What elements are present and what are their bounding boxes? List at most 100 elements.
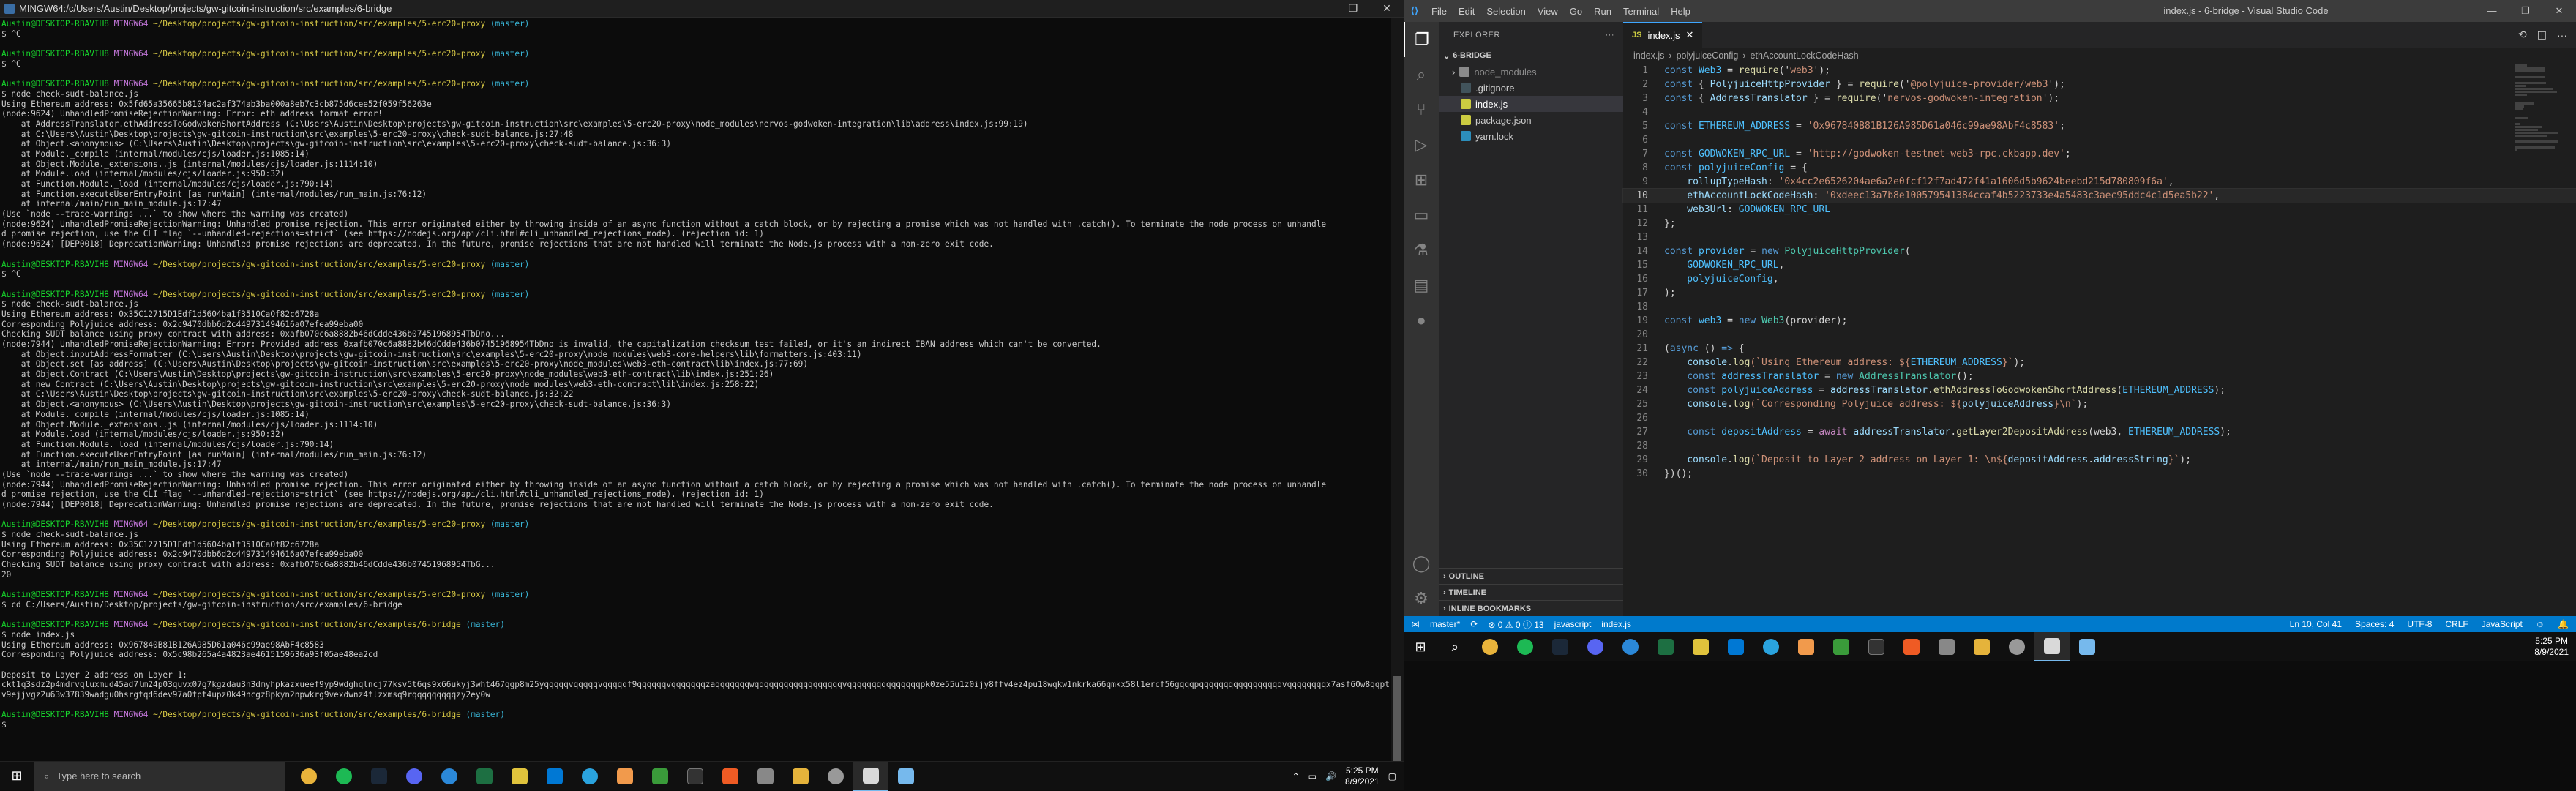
chrome-icon[interactable]	[1472, 632, 1508, 661]
network-icon[interactable]: ▭	[1308, 771, 1317, 781]
file-indicator[interactable]: index.js	[1601, 619, 1631, 629]
editor-area[interactable]: JS index.js ✕ ⟲ ◫ ··· index.js › polyjui…	[1622, 22, 2576, 616]
menu-item-selection[interactable]: Selection	[1480, 6, 1531, 17]
status-item[interactable]: JavaScript	[2482, 619, 2523, 629]
file-item[interactable]: › node_modules	[1439, 64, 1623, 80]
breadcrumb-item[interactable]: index.js	[1633, 50, 1664, 61]
maximize-button[interactable]: ❐	[2509, 5, 2542, 17]
source-control-icon[interactable]: ⑂	[1404, 92, 1439, 127]
status-item[interactable]: Ln 10, Col 41	[2290, 619, 2342, 629]
run-debug-icon[interactable]: ▷	[1404, 127, 1439, 162]
split-editor-icon[interactable]: ◫	[2537, 29, 2547, 41]
notes-icon[interactable]	[502, 762, 537, 791]
security-icon[interactable]	[643, 762, 678, 791]
settings-icon[interactable]	[818, 762, 853, 791]
terminal-output[interactable]: Austin@DESKTOP-RBAVIH8 MINGW64 ~/Desktop…	[0, 18, 1390, 773]
language-indicator[interactable]: javascript	[1554, 619, 1592, 629]
file-explorer-icon[interactable]	[1964, 632, 1999, 661]
discord-icon[interactable]	[1578, 632, 1613, 661]
breadcrumb-item[interactable]: polyjuiceConfig	[1677, 50, 1739, 61]
steam-icon[interactable]	[1543, 632, 1578, 661]
taskbar-clock[interactable]: 5:25 PM 8/9/2021	[1345, 765, 1379, 787]
terminal-window[interactable]: MINGW64:/c/Users/Austin/Desktop/projects…	[0, 0, 1404, 790]
inline-bookmarks-section[interactable]: › INLINE BOOKMARKS	[1439, 600, 1623, 616]
vscode-icon[interactable]	[537, 762, 572, 791]
file-item[interactable]: index.js	[1439, 96, 1623, 112]
close-button[interactable]: ✕	[2542, 5, 2576, 17]
open-changes-icon[interactable]: ⟲	[2518, 29, 2527, 41]
vscode-window[interactable]: ⟨⟩ File Edit Selection View Go Run Terminal Hel…	[1404, 0, 2576, 790]
excel-icon[interactable]	[1648, 632, 1683, 661]
remote-indicator-icon[interactable]: ⋈	[1411, 619, 1420, 629]
steam-icon[interactable]	[362, 762, 397, 791]
status-item[interactable]: CRLF	[2445, 619, 2468, 629]
telegram-icon[interactable]	[572, 762, 607, 791]
git-branch[interactable]: master*	[1430, 619, 1460, 629]
notepad-icon[interactable]	[2070, 632, 2105, 661]
close-tab-icon[interactable]: ✕	[1686, 29, 1694, 41]
code-editor[interactable]: 1 const Web3 = require('web3'); 2 const { P…	[1622, 64, 2576, 616]
extensions-icon[interactable]: ⊞	[1404, 162, 1439, 198]
volume-icon[interactable]: 🔊	[1325, 771, 1336, 781]
notifications-icon[interactable]: ▢	[1388, 771, 1396, 781]
brave-icon[interactable]	[713, 762, 748, 791]
account-icon[interactable]: ◯	[1404, 546, 1439, 581]
menu-item-go[interactable]: Go	[1564, 6, 1588, 17]
vscode-titlebar[interactable]: ⟨⟩ File Edit Selection View Go Run Terminal Hel…	[1404, 0, 2576, 22]
terminal-scrollbar[interactable]	[1391, 18, 1404, 773]
file-item[interactable]: package.json	[1439, 112, 1623, 128]
chat-icon[interactable]	[1789, 632, 1824, 661]
app-icon[interactable]	[1929, 632, 1964, 661]
timeline-section[interactable]: › TIMELINE	[1439, 584, 1623, 600]
chevron-up-icon[interactable]: ⌃	[1292, 771, 1300, 781]
git-bash-icon[interactable]	[853, 761, 888, 791]
remote-explorer-icon[interactable]: ▭	[1404, 198, 1439, 233]
file-explorer-icon[interactable]	[783, 762, 818, 791]
github-icon[interactable]: ●	[1404, 303, 1439, 338]
chrome-icon[interactable]	[291, 762, 326, 791]
settings-icon[interactable]	[1999, 632, 2034, 661]
menu-item-help[interactable]: Help	[1665, 6, 1696, 17]
explorer-icon[interactable]: ❐	[1404, 22, 1439, 57]
notepad-icon[interactable]	[888, 762, 924, 791]
taskbar-search[interactable]: ⌕ Type here to search	[34, 761, 285, 791]
telegram-icon[interactable]	[1753, 632, 1789, 661]
menu-item-terminal[interactable]: Terminal	[1617, 6, 1665, 17]
vscode-icon[interactable]	[1718, 632, 1753, 661]
status-item[interactable]: Spaces: 4	[2355, 619, 2394, 629]
minimize-button[interactable]: —	[1303, 0, 1336, 18]
terminal-icon[interactable]	[1859, 632, 1894, 661]
status-item[interactable]: 🔔	[2558, 619, 2569, 629]
folder-section[interactable]: ⌄ 6-BRIDGE	[1439, 48, 1623, 64]
maximize-button[interactable]: ❐	[1336, 0, 1370, 18]
taskbar-clock[interactable]: 5:25 PM 8/9/2021	[2534, 636, 2569, 658]
more-actions-icon[interactable]: ···	[2557, 29, 2567, 41]
chat-icon[interactable]	[607, 762, 643, 791]
menu-item-file[interactable]: File	[1426, 6, 1453, 17]
folder-icon[interactable]: ▤	[1404, 268, 1439, 303]
breadcrumb-item[interactable]: ethAccountLockCodeHash	[1751, 50, 1859, 61]
tab-index-js[interactable]: JS index.js ✕	[1623, 22, 1703, 48]
outline-section[interactable]: › OUTLINE	[1439, 568, 1623, 584]
testing-icon[interactable]: ⚗	[1404, 233, 1439, 268]
minimize-button[interactable]: —	[2475, 5, 2509, 17]
menu-item-view[interactable]: View	[1532, 6, 1564, 17]
notes-icon[interactable]	[1683, 632, 1718, 661]
settings-gear-icon[interactable]: ⚙	[1404, 581, 1439, 616]
problems-indicator[interactable]: ⊗ 0 ⚠ 0 ⓘ 13	[1488, 618, 1543, 631]
terminal-titlebar[interactable]: MINGW64:/c/Users/Austin/Desktop/projects…	[0, 0, 1404, 18]
file-item[interactable]: .gitignore	[1439, 80, 1623, 96]
windows-start-icon[interactable]: ⊞	[0, 768, 34, 784]
sync-icon[interactable]: ⟳	[1470, 619, 1478, 629]
spotify-icon[interactable]	[1508, 632, 1543, 661]
minimap[interactable]	[2515, 64, 2566, 166]
security-icon[interactable]	[1824, 632, 1859, 661]
search-icon[interactable]: ⌕	[1404, 57, 1439, 92]
brave-icon[interactable]	[1894, 632, 1929, 661]
status-item[interactable]: UTF-8	[2407, 619, 2432, 629]
spotify-icon[interactable]	[326, 762, 362, 791]
file-item[interactable]: yarn.lock	[1439, 128, 1623, 144]
windows-start-icon[interactable]: ⊞	[1404, 640, 1437, 655]
scrollbar-thumb[interactable]	[1393, 676, 1401, 764]
more-actions-icon[interactable]: ···	[1606, 31, 1615, 40]
